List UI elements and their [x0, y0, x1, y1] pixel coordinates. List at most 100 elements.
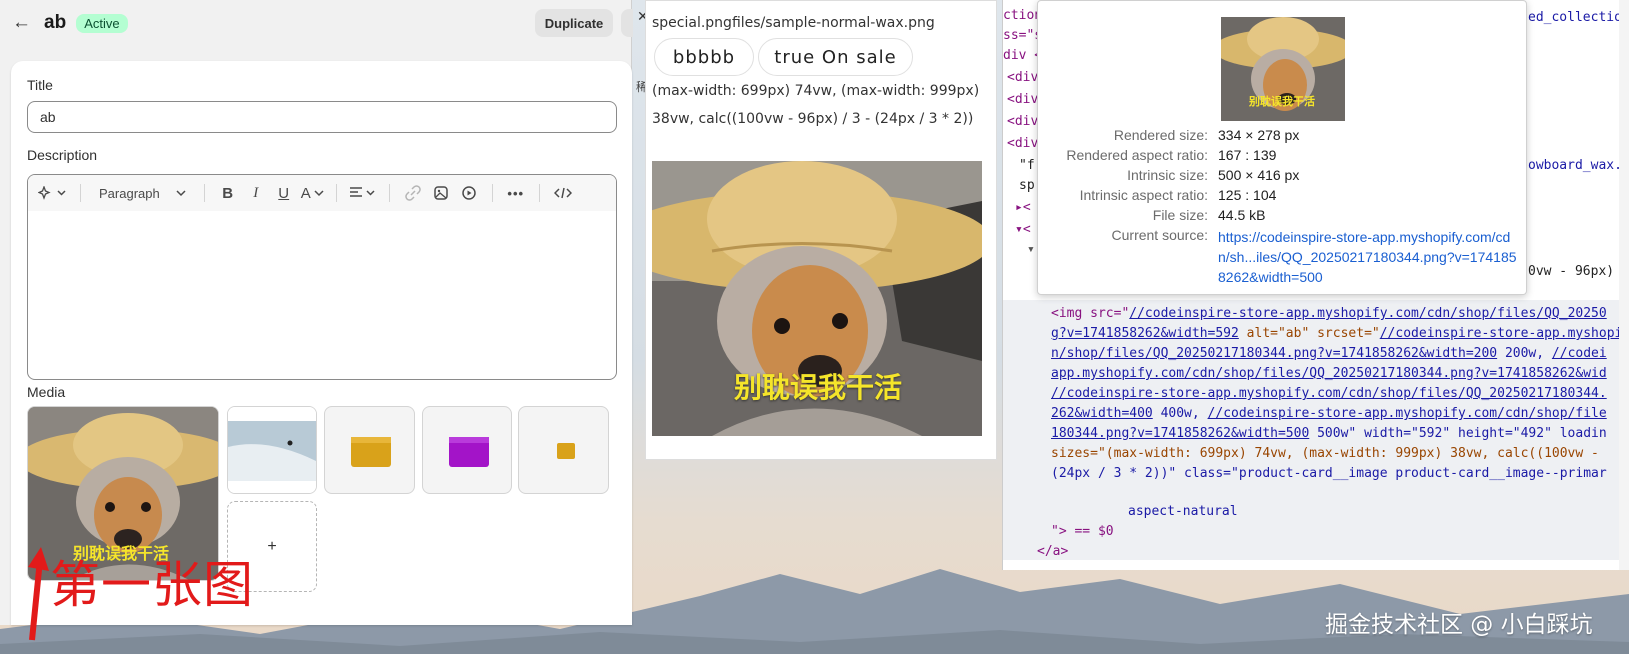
img-tag-text: <img src=": [1051, 306, 1130, 321]
code-line: app.myshopify.com/cdn/shop/files/QQ_2025…: [1051, 364, 1607, 384]
code-line[interactable]: <div: [1007, 68, 1038, 88]
more-actions-button[interactable]: [621, 9, 633, 37]
italic-icon[interactable]: I: [245, 181, 267, 205]
purple-wax-image: [449, 437, 489, 467]
photo-caption: 别耽误我干活: [734, 371, 903, 404]
tooltip-value: 44.5 kB: [1218, 207, 1266, 223]
tooltip-row: Rendered size: 334 × 278 px: [1038, 127, 1528, 147]
code-line: n/shop/files/QQ_20250217180344.png?v=174…: [1051, 344, 1607, 364]
toolbar-divider: [203, 184, 205, 202]
paragraph-select[interactable]: Paragraph: [93, 186, 192, 201]
img-element-line[interactable]: <img src="//codeinspire-store-app.myshop…: [1051, 304, 1607, 324]
devtools-scrollbar[interactable]: [1619, 0, 1629, 570]
media-tile-wax-gold[interactable]: [324, 406, 415, 494]
annotation-text: 第一张图: [50, 556, 254, 614]
duplicate-button[interactable]: Duplicate: [535, 9, 613, 37]
editor-toolbar: Paragraph B I U A •••: [28, 175, 616, 211]
code-line: 180344.png?v=1741858262&width=500 500w" …: [1051, 424, 1607, 444]
link-icon[interactable]: [402, 181, 424, 205]
video-icon[interactable]: [458, 181, 480, 205]
media-tile-wax-small[interactable]: [518, 406, 609, 494]
toolbar-divider: [80, 184, 81, 202]
storefront-preview: special.pngfiles/sample-normal-wax.png b…: [612, 0, 997, 460]
srcset-link[interactable]: //codei: [1552, 346, 1607, 361]
tooltip-value: 500 × 416 px: [1218, 167, 1300, 183]
alt-attr-text: alt="ab" srcset=": [1238, 326, 1380, 341]
toolbar-divider: [491, 184, 493, 202]
image-icon[interactable]: [430, 181, 452, 205]
small-wax-image: [557, 443, 575, 459]
tooltip-key: Current source:: [1111, 227, 1208, 243]
skier-image: [228, 407, 316, 493]
page-title: ab: [44, 12, 67, 33]
tree-node[interactable]: ▸<: [1015, 198, 1031, 218]
code-line: sizes="(max-width: 699px) 74vw, (max-wid…: [1051, 446, 1599, 461]
more-options-icon[interactable]: •••: [505, 181, 527, 205]
src-link[interactable]: //codeinspire-store-app.myshopify.com/cd…: [1129, 306, 1606, 321]
code-line[interactable]: <div: [1007, 134, 1038, 154]
tooltip-key: File size:: [1152, 207, 1208, 223]
text-color-icon[interactable]: A: [301, 181, 324, 205]
gold-wax-image: [351, 437, 391, 467]
tag-pill-bbbbb[interactable]: bbbbb: [654, 38, 754, 76]
title-input[interactable]: ab: [27, 101, 617, 133]
code-line: aspect-natural: [1128, 504, 1238, 519]
srcset-link[interactable]: 180344.png?v=1741858262&width=500: [1051, 426, 1309, 441]
code-line[interactable]: <div: [1007, 90, 1038, 110]
ai-magic-icon[interactable]: [38, 181, 68, 205]
current-source-link[interactable]: https://codeinspire-store-app.myshopify.…: [1218, 227, 1518, 287]
srcset-link[interactable]: //codeinspire-store-app.myshopify.com: [1380, 326, 1629, 341]
media-label: Media: [27, 384, 66, 400]
annotation-arrow-icon: [28, 547, 49, 641]
tooltip-row: Intrinsic aspect ratio: 125 : 104: [1038, 187, 1528, 207]
srcset-link[interactable]: //codeinspire-store-app.myshopify.com/cd…: [1051, 386, 1607, 401]
tooltip-key: Rendered aspect ratio:: [1066, 147, 1208, 163]
bold-icon[interactable]: B: [217, 181, 239, 205]
tooltip-key: Rendered size:: [1113, 127, 1208, 143]
status-badge: Active: [76, 13, 128, 33]
product-image[interactable]: 别耽误我干活: [612, 161, 992, 436]
file-path-text: special.pngfiles/sample-normal-wax.png: [652, 15, 935, 31]
src-link-cont[interactable]: g?v=1741858262&width=592: [1051, 326, 1239, 341]
tooltip-key: Intrinsic size:: [1127, 167, 1208, 183]
tooltip-value: 125 : 104: [1218, 187, 1277, 203]
code-line[interactable]: <div: [1007, 112, 1038, 132]
toolbar-divider: [538, 184, 540, 202]
srcset-link[interactable]: app.myshopify.com/cdn/shop/files/QQ_2025…: [1051, 366, 1607, 381]
product-admin-panel: ← ab Active Duplicate Title ab Descripti…: [0, 0, 633, 625]
srcset-width-text: 400w,: [1152, 406, 1208, 421]
tooltip-key: Intrinsic aspect ratio:: [1079, 187, 1208, 203]
chevron-down-icon: [176, 190, 186, 197]
media-tile-primary[interactable]: 别耽误我干活: [27, 406, 219, 581]
tooltip-row: Intrinsic size: 500 × 416 px: [1038, 167, 1528, 187]
media-tile-skier[interactable]: [227, 406, 317, 494]
code-line: //codeinspire-store-app.myshopify.com/cd…: [1051, 384, 1607, 404]
sizes-attribute-text: (max-width: 699px) 74vw, (max-width: 999…: [652, 83, 980, 127]
tag-pill-on-sale[interactable]: true On sale: [758, 38, 913, 76]
attr-values-text: 500w" width="592" height="492" loadin: [1309, 426, 1607, 441]
title-input-value: ab: [40, 109, 56, 125]
srcset-link[interactable]: 262&width=400: [1051, 406, 1153, 421]
watermark-text: 掘金技术社区 @ 小白踩坑: [1325, 612, 1593, 638]
tree-toggle-icon[interactable]: ▾: [1027, 240, 1035, 260]
code-view-icon[interactable]: [552, 181, 574, 205]
tree-node[interactable]: ▾<: [1015, 220, 1031, 240]
description-label: Description: [27, 147, 98, 163]
code-line: "f: [1019, 158, 1035, 173]
underline-icon[interactable]: U: [273, 181, 295, 205]
description-editor[interactable]: Paragraph B I U A •••: [27, 174, 617, 380]
srcset-link[interactable]: n/shop/files/QQ_20250217180344.png?v=174…: [1051, 346, 1497, 361]
align-icon[interactable]: [349, 181, 377, 205]
tooltip-thumbnail: 别耽误我干活: [1221, 17, 1345, 121]
code-line: owboard_wax.: [1528, 158, 1622, 173]
code-line: 0vw - 96px): [1528, 264, 1615, 279]
selected-marker: "> == $0: [1051, 524, 1114, 539]
code-line: 262&width=400 400w, //codeinspire-store-…: [1051, 404, 1607, 424]
tooltip-value: 334 × 278 px: [1218, 127, 1300, 143]
srcset-link[interactable]: //codeinspire-store-app.myshopify.com/cd…: [1208, 406, 1607, 421]
image-info-tooltip: 别耽误我干活 Rendered size: 334 × 278 px Rende…: [1037, 0, 1527, 295]
tooltip-value: 167 : 139: [1218, 147, 1277, 163]
thumb-caption: 别耽误我干活: [1249, 95, 1315, 108]
media-tile-wax-purple[interactable]: [422, 406, 512, 494]
back-arrow-icon[interactable]: ←: [12, 12, 34, 34]
